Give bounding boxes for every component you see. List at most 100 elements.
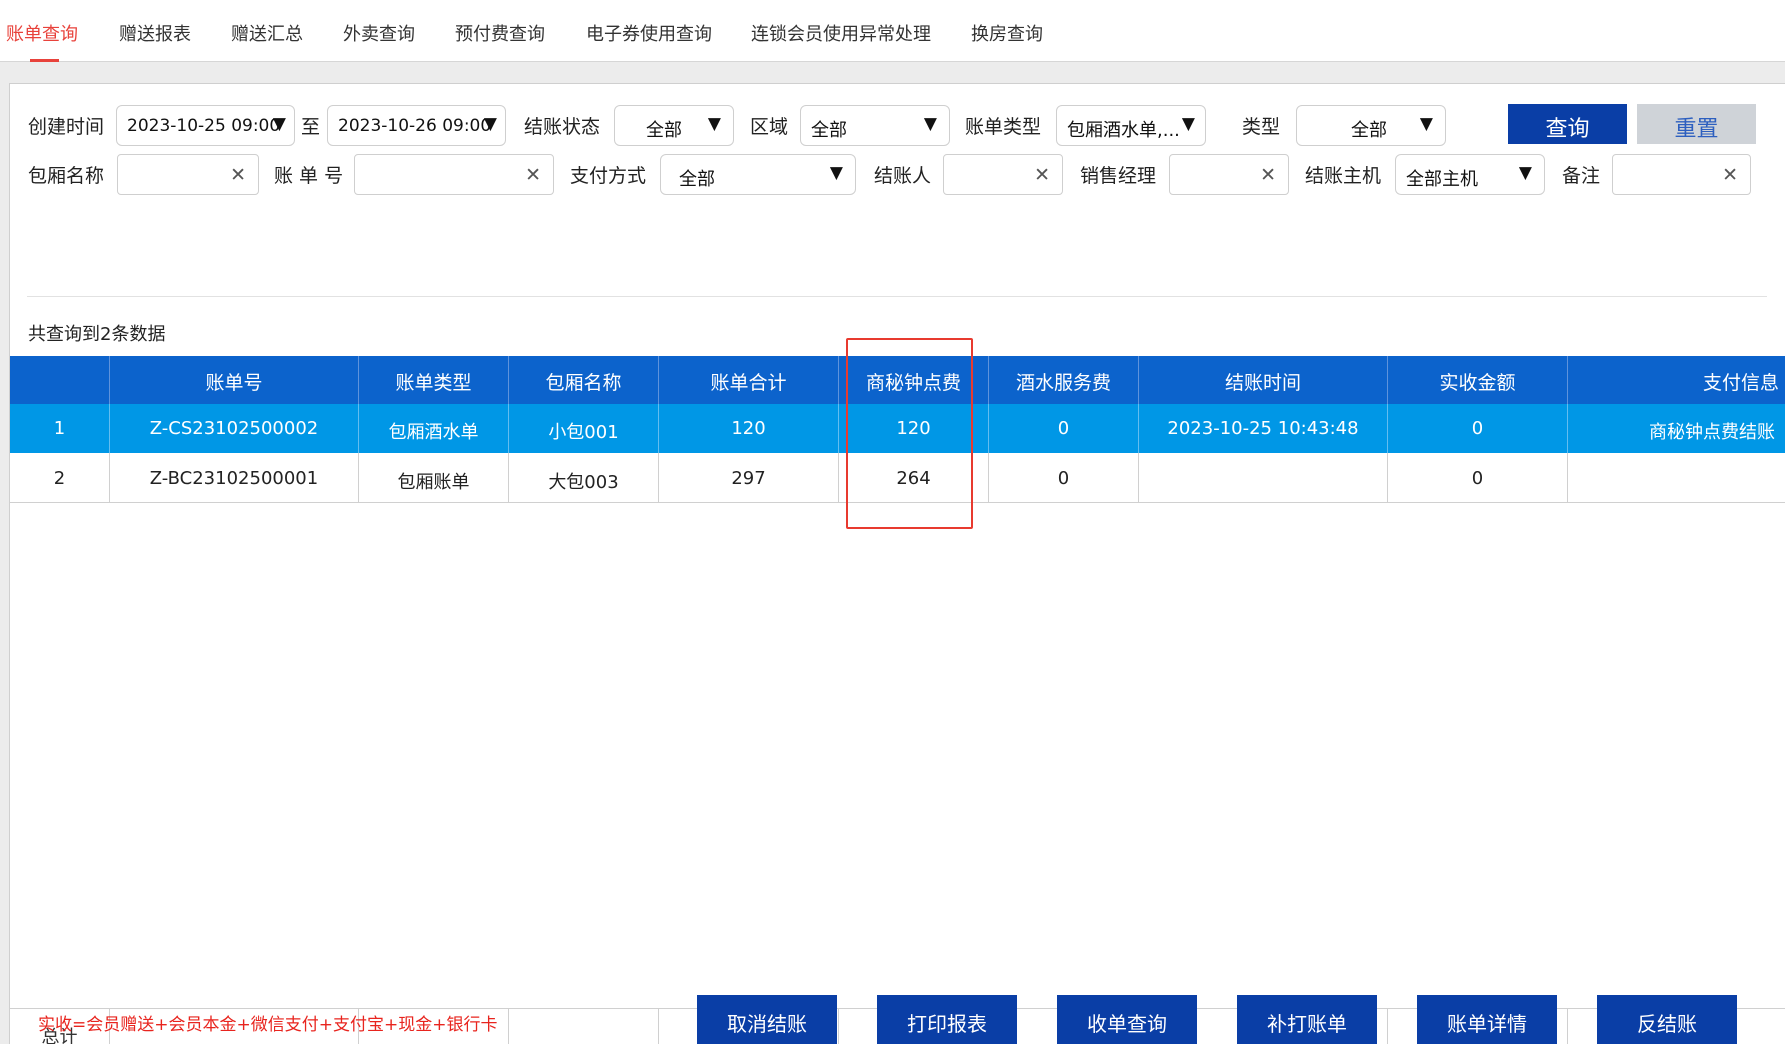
dropdown-arrow-icon: ▼: [272, 114, 286, 134]
bill-no-input[interactable]: ✕: [354, 154, 554, 195]
cancel-checkout-button[interactable]: 取消结账: [697, 995, 837, 1044]
remark-field[interactable]: [1619, 160, 1716, 190]
tab-evoucher-query[interactable]: 电子券使用查询: [586, 20, 712, 46]
cell-bill-no: Z-CS23102500002: [110, 404, 359, 453]
dropdown-arrow-icon: ▼: [1419, 114, 1433, 134]
receipt-query-button[interactable]: 收单查询: [1057, 995, 1197, 1044]
received-formula-note: 实收=会员赠送+会员本金+微信支付+支付宝+现金+银行卡: [38, 1015, 498, 1035]
area-select[interactable]: 全部 ▼: [800, 105, 950, 146]
header-bill-type[interactable]: 账单类型: [359, 356, 509, 404]
header-bill-no[interactable]: 账单号: [110, 356, 359, 404]
cell-amount-received: 0: [1388, 404, 1568, 453]
header-checkout-time[interactable]: 结账时间: [1139, 356, 1388, 404]
tab-chain-member-exception[interactable]: 连锁会员使用异常处理: [751, 20, 931, 46]
cell-drink-service-fee: 0: [989, 404, 1139, 453]
table-row[interactable]: 2 Z-BC23102500001 包厢账单 大包003 297 264 0 0: [10, 453, 1785, 503]
remark-input[interactable]: ✕: [1612, 154, 1751, 195]
tab-prepaid-query[interactable]: 预付费查询: [455, 20, 545, 46]
cell-amount-received: 0: [1388, 453, 1568, 502]
header-bill-total[interactable]: 账单合计: [659, 356, 839, 404]
payment-method-select[interactable]: 全部 ▼: [660, 154, 856, 195]
dropdown-arrow-icon: ▼: [829, 163, 843, 183]
area-label: 区域: [750, 116, 789, 138]
header-payment-info[interactable]: 支付信息: [1568, 356, 1785, 404]
result-count: 共查询到2条数据: [28, 324, 166, 345]
filter-divider: [27, 296, 1767, 297]
header-room-name[interactable]: 包厢名称: [509, 356, 659, 404]
cell-hostess-hourly-fee: 264: [839, 453, 989, 502]
checkout-status-label: 结账状态: [524, 116, 601, 138]
room-name-field[interactable]: [124, 160, 224, 190]
bill-query-panel: 创建时间 2023-10-25 09:00 ▼ 至 2023-10-26 09:…: [9, 83, 1785, 1044]
totals-cell: [509, 1009, 659, 1044]
cell-bill-type: 包厢账单: [359, 453, 509, 502]
clear-icon[interactable]: ✕: [1034, 164, 1050, 186]
tab-room-change-query[interactable]: 换房查询: [971, 20, 1043, 46]
tab-bill-query[interactable]: 账单查询: [6, 20, 78, 46]
reprint-bill-button[interactable]: 补打账单: [1237, 995, 1377, 1044]
top-tab-bar: 账单查询 赠送报表 赠送汇总 外卖查询 预付费查询 电子券使用查询 连锁会员使用…: [0, 0, 1785, 62]
to-label: 至: [301, 116, 321, 138]
start-time-picker[interactable]: 2023-10-25 09:00 ▼: [116, 105, 295, 146]
checkout-status-value: 全部: [646, 120, 682, 141]
type-label: 类型: [1242, 116, 1281, 138]
cell-drink-service-fee: 0: [989, 453, 1139, 502]
create-time-label: 创建时间: [28, 116, 105, 138]
bill-details-button[interactable]: 账单详情: [1417, 995, 1557, 1044]
payment-method-label: 支付方式: [570, 165, 647, 187]
header-drink-service-fee[interactable]: 酒水服务费: [989, 356, 1139, 404]
checkout-host-label: 结账主机: [1305, 165, 1382, 187]
cell-checkout-time: [1139, 453, 1388, 502]
clear-icon[interactable]: ✕: [230, 164, 246, 186]
clear-icon[interactable]: ✕: [1722, 164, 1738, 186]
reverse-checkout-button[interactable]: 反结账: [1597, 995, 1737, 1044]
end-time-picker[interactable]: 2023-10-26 09:00 ▼: [327, 105, 506, 146]
header-hostess-hourly-fee[interactable]: 商秘钟点费: [839, 356, 989, 404]
tab-takeout-query[interactable]: 外卖查询: [343, 20, 415, 46]
cell-payment-info: 商秘钟点费结账: [1649, 422, 1775, 443]
sales-manager-field[interactable]: [1176, 160, 1254, 190]
dropdown-arrow-icon: ▼: [1181, 114, 1195, 134]
dropdown-arrow-icon: ▼: [1518, 163, 1532, 183]
dropdown-arrow-icon: ▼: [483, 114, 497, 134]
checkout-host-select[interactable]: 全部主机 ▼: [1395, 154, 1545, 195]
table-row[interactable]: 1 Z-CS23102500002 包厢酒水单 小包001 120 120 0 …: [10, 404, 1785, 453]
query-button[interactable]: 查询: [1508, 104, 1627, 144]
bill-type-select[interactable]: 包厢酒水单,... ▼: [1056, 105, 1206, 146]
tab-gift-summary[interactable]: 赠送汇总: [231, 20, 303, 46]
cell-room-name: 小包001: [509, 404, 659, 453]
cashier-input[interactable]: ✕: [943, 154, 1063, 195]
checkout-host-value: 全部主机: [1406, 169, 1478, 190]
reset-button[interactable]: 重置: [1637, 104, 1756, 144]
room-name-input[interactable]: ✕: [117, 154, 259, 195]
bill-no-label: 账 单 号: [274, 165, 344, 187]
cell-bill-total: 120: [659, 404, 839, 453]
cell-index: 2: [10, 453, 110, 502]
sales-manager-label: 销售经理: [1080, 165, 1157, 187]
header-index: [10, 356, 110, 404]
clear-icon[interactable]: ✕: [1260, 164, 1276, 186]
room-name-label: 包厢名称: [28, 165, 105, 187]
clear-icon[interactable]: ✕: [525, 164, 541, 186]
start-time-value: 2023-10-25 09:00: [127, 116, 281, 136]
cell-bill-total: 297: [659, 453, 839, 502]
active-tab-indicator: [30, 59, 59, 62]
type-select[interactable]: 全部 ▼: [1296, 105, 1446, 146]
table-header-row: 账单号 账单类型 包厢名称 账单合计 商秘钟点费 酒水服务费 结账时间 实收金额…: [10, 356, 1785, 404]
cashier-field[interactable]: [950, 160, 1028, 190]
bill-type-label: 账单类型: [965, 116, 1042, 138]
tab-gift-report[interactable]: 赠送报表: [119, 20, 191, 46]
print-report-button[interactable]: 打印报表: [877, 995, 1017, 1044]
area-value: 全部: [811, 120, 847, 141]
cell-room-name: 大包003: [509, 453, 659, 502]
cell-payment-info: [1568, 453, 1785, 502]
header-amount-received[interactable]: 实收金额: [1388, 356, 1568, 404]
bill-no-field[interactable]: [361, 160, 519, 190]
cell-bill-type: 包厢酒水单: [359, 404, 509, 453]
dropdown-arrow-icon: ▼: [923, 114, 937, 134]
cell-bill-no: Z-BC23102500001: [110, 453, 359, 502]
cell-checkout-time: 2023-10-25 10:43:48: [1139, 404, 1388, 453]
bill-type-value: 包厢酒水单,...: [1067, 120, 1180, 141]
checkout-status-select[interactable]: 全部 ▼: [614, 105, 734, 146]
sales-manager-input[interactable]: ✕: [1169, 154, 1289, 195]
